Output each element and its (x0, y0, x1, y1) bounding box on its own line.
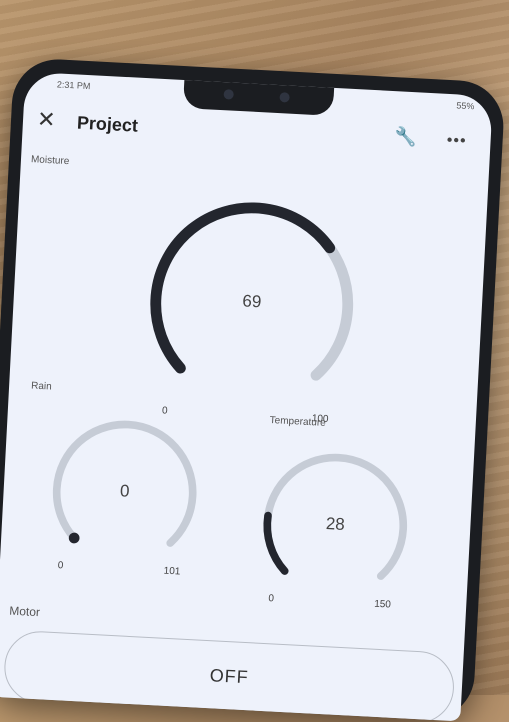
phone-screen: 2:31 PM 55% ✕ Project 🔧 ••• Moisture 69 … (0, 71, 493, 722)
temperature-value: 28 (325, 514, 346, 535)
temperature-min: 0 (268, 593, 275, 605)
moisture-label: Moisture (30, 154, 70, 168)
gauge-fill (150, 202, 336, 374)
temperature-max: 150 (373, 598, 392, 611)
gauge-track (150, 202, 354, 381)
rain-label: Rain (30, 380, 52, 393)
motor-button-text: OFF (209, 665, 250, 688)
page-title: Project (76, 112, 139, 136)
rain-min: 0 (57, 560, 64, 572)
temperature-label: Temperature (269, 414, 327, 429)
motor-toggle-button[interactable]: OFF (2, 629, 456, 722)
wrench-icon[interactable]: 🔧 (394, 126, 417, 148)
battery-level: 55% (456, 100, 475, 112)
temperature-gauge: 28 0 150 (246, 436, 425, 615)
rain-value: 0 (119, 481, 131, 501)
gauge-fill (263, 511, 289, 575)
phone: 2:31 PM 55% ✕ Project 🔧 ••• Moisture 69 … (0, 57, 506, 722)
status-time: 2:31 PM (56, 79, 91, 92)
motor-label: Motor (8, 603, 41, 620)
more-icon[interactable]: ••• (446, 132, 467, 151)
moisture-gauge: 69 0 100 (126, 178, 378, 430)
rain-gauge: 0 0 101 (35, 403, 214, 582)
close-icon[interactable]: ✕ (36, 106, 56, 133)
rain-max: 101 (163, 565, 181, 578)
moisture-value: 69 (241, 291, 262, 312)
